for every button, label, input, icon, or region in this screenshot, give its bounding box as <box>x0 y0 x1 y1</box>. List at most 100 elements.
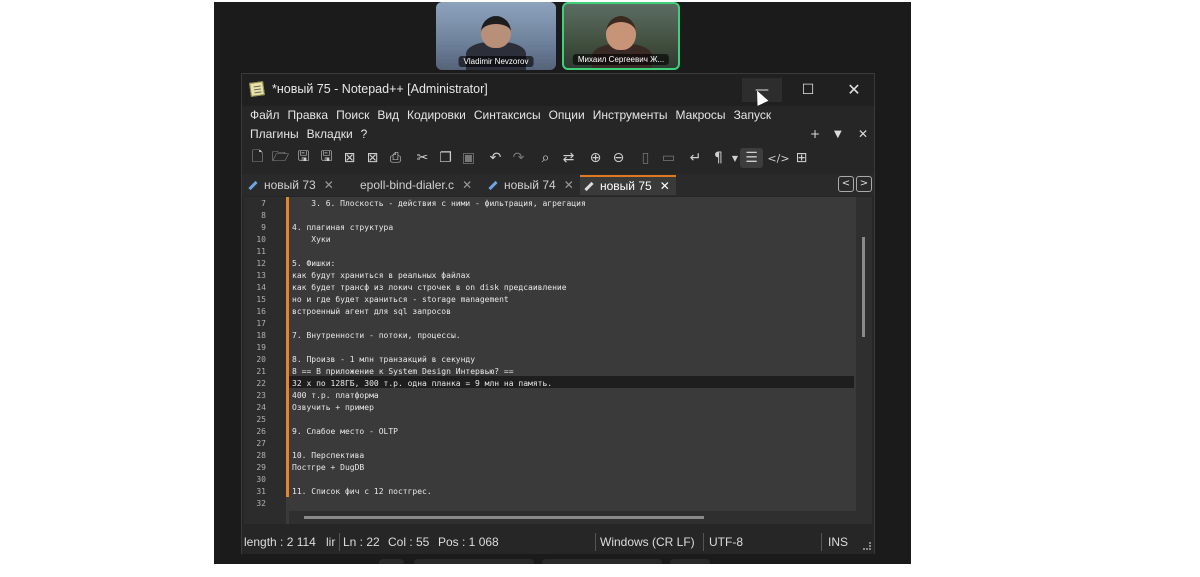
word-wrap-icon[interactable]: ↵ <box>684 148 707 168</box>
code-line[interactable]: Хуки <box>292 235 330 244</box>
indent-guide-icon[interactable]: ☰ <box>740 148 763 168</box>
line-number: 18 <box>256 331 266 340</box>
line-number: 29 <box>256 463 266 472</box>
close-document-button[interactable]: ✕ <box>858 127 868 141</box>
maximize-button[interactable]: ☐ <box>788 78 828 102</box>
status-ins[interactable]: INS <box>828 535 848 549</box>
menu-language[interactable]: Синтаксисы <box>472 108 547 122</box>
xml-tag-icon[interactable]: </> <box>767 148 790 168</box>
horizontal-scroll-thumb[interactable] <box>304 516 704 519</box>
horizontal-scrollbar[interactable] <box>289 511 856 524</box>
cut-icon[interactable]: ✂ <box>411 148 434 168</box>
line-number: 25 <box>256 415 266 424</box>
editor-area[interactable]: 7 3. 6. Плоскость - действия с ними - фи… <box>244 197 872 524</box>
tab-new-74[interactable]: новый 74 ✕ <box>484 175 578 195</box>
zoom-in-icon[interactable]: ⊕ <box>584 148 607 168</box>
tab-epoll-bind-dialer[interactable]: epoll-bind-dialer.c ✕ <box>346 175 480 195</box>
line-number: 23 <box>256 391 266 400</box>
code-line[interactable]: Постгре + DugDB <box>292 463 364 472</box>
participant-tile-1[interactable]: Vladimir Nevzorov <box>436 2 556 70</box>
zoom-out-icon[interactable]: ⊖ <box>607 148 630 168</box>
screen-share: Vladimir Nevzorov Михаил Сергеевич Ж... … <box>214 2 911 564</box>
tab-label: новый 75 <box>600 179 652 193</box>
close-icon[interactable]: ⊠ <box>338 148 361 168</box>
menu-help[interactable]: ? <box>359 127 374 141</box>
tab-close-icon[interactable]: ✕ <box>462 178 472 192</box>
menu-run[interactable]: Запуск <box>732 108 778 122</box>
menu-settings[interactable]: Опции <box>547 108 591 122</box>
line-number: 13 <box>256 271 266 280</box>
code-line[interactable]: как будут храниться в реальных файлах <box>292 271 470 280</box>
line-number: 14 <box>256 283 266 292</box>
code-line[interactable]: 3. 6. Плоскость - действия с ними - филь… <box>292 199 586 208</box>
tab-scroll-right-icon[interactable]: > <box>856 176 872 192</box>
dropdown-icon[interactable]: ▼ <box>730 148 740 168</box>
code-line[interactable]: но и где будет храниться - storage manag… <box>292 295 509 304</box>
menu-encoding[interactable]: Кодировки <box>405 108 472 122</box>
code-line[interactable]: 5. Фишки: <box>292 259 335 268</box>
menu-search[interactable]: Поиск <box>334 108 375 122</box>
vertical-scroll-thumb[interactable] <box>862 237 865 337</box>
code-line[interactable]: Озвучить + пример <box>292 403 374 412</box>
status-eol[interactable]: Windows (CR LF) <box>600 535 695 549</box>
line-number: 16 <box>256 307 266 316</box>
title-bar[interactable]: *новый 75 - Notepad++ [Administrator] — … <box>242 74 874 106</box>
code-line[interactable]: 4. плагиная структура <box>292 223 393 232</box>
tab-label: новый 73 <box>264 178 316 192</box>
tab-close-icon[interactable]: ✕ <box>660 179 670 193</box>
participant-tile-2[interactable]: Михаил Сергеевич Ж... <box>562 2 680 70</box>
tab-close-icon[interactable]: ✕ <box>324 178 334 192</box>
copy-icon[interactable]: ❐ <box>434 148 457 168</box>
redo-icon[interactable]: ↷ <box>507 148 530 168</box>
menu-macro[interactable]: Макросы <box>674 108 732 122</box>
tab-scroll-left-icon[interactable]: < <box>838 176 854 192</box>
paste-icon[interactable]: ▣ <box>457 148 480 168</box>
participant-name: Vladimir Nevzorov <box>458 56 534 67</box>
menu-view[interactable]: Вид <box>375 108 405 122</box>
tab-close-icon[interactable]: ✕ <box>564 178 574 192</box>
menu-plugins[interactable]: Плагины <box>248 127 305 141</box>
code-line[interactable]: 10. Перспектива <box>292 451 364 460</box>
code-line[interactable]: встроенный агент для sql запросов <box>292 307 451 316</box>
document-map-icon[interactable]: ⊞ <box>790 148 813 168</box>
code-line[interactable]: 11. Список фич с 12 постгрес. <box>292 487 432 496</box>
undo-icon[interactable]: ↶ <box>484 148 507 168</box>
new-file-icon[interactable]: 🗋 <box>246 148 269 168</box>
code-line[interactable]: 8 == В приложение к System Design Интерв… <box>292 367 514 376</box>
menu-window[interactable]: Вкладки <box>305 127 359 141</box>
line-number: 12 <box>256 259 266 268</box>
tab-new-75[interactable]: новый 75 ✕ <box>580 175 676 195</box>
line-number: 22 <box>256 379 266 388</box>
replace-icon[interactable]: ⇄ <box>557 148 580 168</box>
code-line[interactable]: 9. Слабое место - OLTP <box>292 427 398 436</box>
resize-grip-icon[interactable] <box>863 542 871 550</box>
code-line[interactable]: как будет трансф из локич строчек в on d… <box>292 283 567 292</box>
save-icon[interactable]: 🖫 <box>292 148 315 168</box>
status-encoding[interactable]: UTF-8 <box>709 535 743 549</box>
menu-tools[interactable]: Инструменты <box>591 108 674 122</box>
new-tab-button[interactable]: + <box>810 127 820 141</box>
taskbar-item <box>414 559 534 564</box>
menu-edit[interactable]: Правка <box>286 108 335 122</box>
code-line[interactable]: 7. Внутренности - потоки, процессы. <box>292 331 461 340</box>
save-all-icon[interactable]: 🖫 <box>315 148 338 168</box>
sync-vertical-icon[interactable]: ▯ <box>634 148 657 168</box>
tab-new-73[interactable]: новый 73 ✕ <box>244 175 340 195</box>
line-number: 27 <box>256 439 266 448</box>
code-line[interactable]: 32 x по 128ГБ, 300 т.р. одна планка = 9 … <box>292 379 552 388</box>
tab-list-dropdown[interactable]: ▼ <box>834 129 842 140</box>
sync-horizontal-icon[interactable]: ▭ <box>657 148 680 168</box>
vertical-scrollbar[interactable] <box>856 197 872 524</box>
code-line[interactable]: 400 т.р. платформа <box>292 391 379 400</box>
close-window-button[interactable]: ✕ <box>834 78 874 102</box>
close-all-icon[interactable]: ⊠ <box>361 148 384 168</box>
find-icon[interactable]: ⌕ <box>534 148 557 168</box>
menu-file[interactable]: Файл <box>248 108 286 122</box>
code-line[interactable]: 8. Произв - 1 млн транзакций в секунду <box>292 355 475 364</box>
toolbar: 🗋 🗁 🖫 🖫 ⊠ ⊠ ⎙ ✂ ❐ ▣ ↶ ↷ ⌕ ⇄ ⊕ ⊖ ▯ ▭ ↵ ¶ <box>242 146 874 170</box>
open-folder-icon[interactable]: 🗁 <box>269 148 292 168</box>
show-all-chars-icon[interactable]: ¶ <box>707 148 730 168</box>
tab-bar: новый 73 ✕ epoll-bind-dialer.c ✕ новый 7… <box>242 174 874 196</box>
participant-head <box>481 16 511 48</box>
print-icon[interactable]: ⎙ <box>384 148 407 168</box>
